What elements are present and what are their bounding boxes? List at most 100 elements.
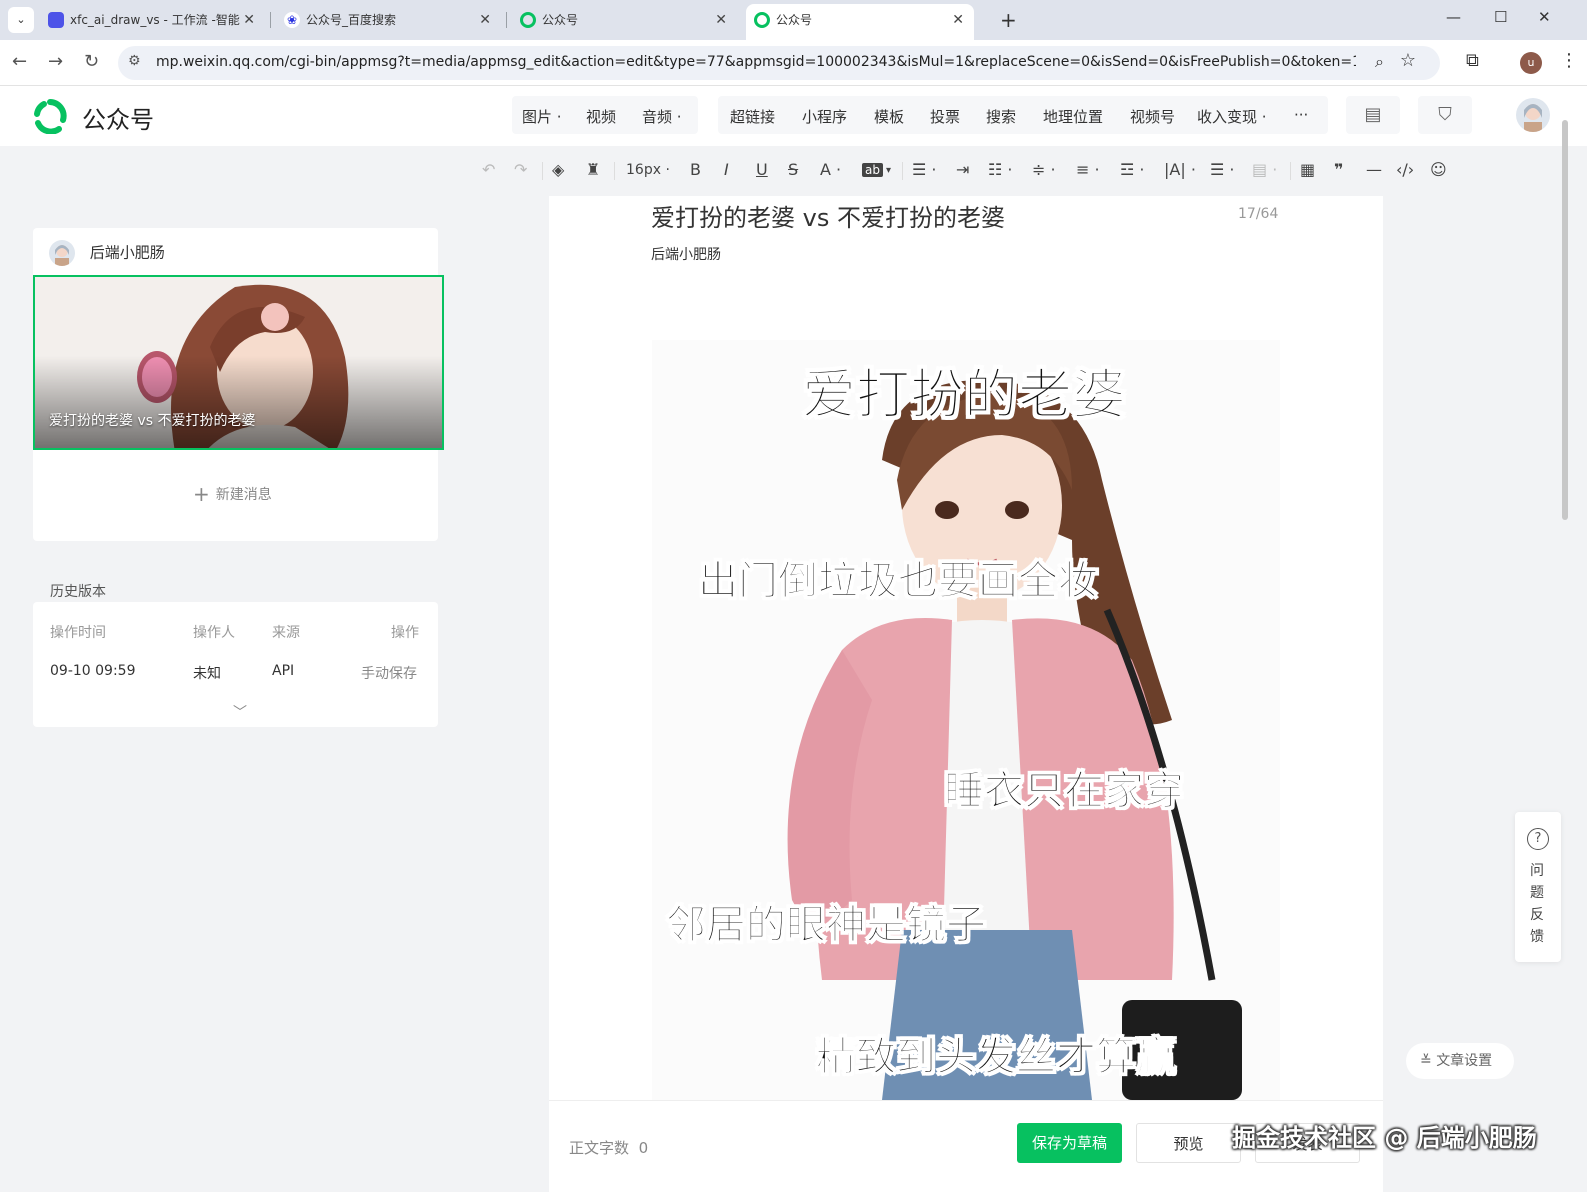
shield-icon[interactable]: ⛉ xyxy=(1418,96,1472,134)
insert-video-button[interactable]: 视频 xyxy=(586,106,616,127)
feedback-label: 问题反馈 xyxy=(1530,863,1544,945)
code-icon[interactable]: ‹/› xyxy=(1396,160,1414,179)
reload-icon[interactable]: ↻ xyxy=(84,51,99,72)
article-cover-card[interactable]: 爱打扮的老婆 vs 不爱打扮的老婆 xyxy=(33,275,444,450)
word-count: 正文字数 0 xyxy=(569,1139,649,1157)
monetization-button[interactable]: 收入变现 · xyxy=(1197,106,1267,127)
maximize-icon[interactable]: ☐ xyxy=(1494,8,1507,26)
browser-tab-mp-1[interactable]: 公众号 ✕ xyxy=(512,4,737,40)
author-name: 后端小肥肠 xyxy=(89,243,165,262)
tab-divider xyxy=(270,12,271,28)
article-title-input[interactable]: 爱打扮的老婆 vs 不爱打扮的老婆 xyxy=(651,198,1005,233)
table-icon[interactable]: ▦ xyxy=(1300,160,1315,179)
divider-line-icon[interactable]: — xyxy=(1366,160,1382,179)
url-text[interactable]: mp.weixin.qq.com/cgi-bin/appmsg?t=media/… xyxy=(156,54,1356,70)
page-scrollbar[interactable] xyxy=(1562,120,1568,520)
wechat-mp-logo-icon[interactable] xyxy=(32,98,68,134)
quote-icon[interactable]: ❞ xyxy=(1334,160,1343,179)
strikethrough-button[interactable]: S xyxy=(788,160,798,179)
float-icon[interactable]: ▤ · xyxy=(1252,160,1277,179)
highlight-button[interactable]: ab xyxy=(862,163,883,177)
bold-button[interactable]: B xyxy=(690,160,701,179)
more-options-button[interactable]: ··· xyxy=(1294,106,1308,124)
url-omnibox[interactable]: ⚙ mp.weixin.qq.com/cgi-bin/appmsg?t=medi… xyxy=(118,46,1440,80)
insert-search-button[interactable]: 搜索 xyxy=(986,106,1016,127)
history-action[interactable]: 手动保存 xyxy=(361,663,417,683)
text-indent-icon[interactable]: ☷ · xyxy=(988,160,1013,179)
article-author-input[interactable]: 后端小肥肠 xyxy=(651,244,721,264)
insert-miniprogram-button[interactable]: 小程序 xyxy=(802,106,847,127)
preview-button[interactable]: 预览 xyxy=(1136,1123,1241,1163)
close-tab-icon[interactable]: ✕ xyxy=(243,4,255,36)
extensions-icon[interactable]: ⧉ xyxy=(1466,50,1479,71)
insert-vote-button[interactable]: 投票 xyxy=(930,106,960,127)
account-avatar[interactable] xyxy=(1516,98,1550,132)
list-icon[interactable]: ☰ · xyxy=(1210,160,1235,179)
emoji-icon[interactable]: ☺ xyxy=(1430,160,1447,179)
browser-tab-mp-active[interactable]: 公众号 ✕ xyxy=(746,4,974,40)
undo-icon[interactable]: ↶ xyxy=(482,160,495,179)
history-section-title: 历史版本 xyxy=(50,584,106,600)
close-tab-icon[interactable]: ✕ xyxy=(952,4,964,36)
history-col-operator: 操作人 xyxy=(193,625,235,641)
close-window-icon[interactable]: ✕ xyxy=(1538,8,1551,26)
double-chevron-down-icon: ≚ xyxy=(1420,1053,1432,1069)
close-tab-icon[interactable]: ✕ xyxy=(479,4,491,36)
mp-header: 公众号 图片 · 视频 音频 · 超链接 小程序 模板 投票 搜索 地理位置 视… xyxy=(0,86,1587,146)
browser-tab-baidu[interactable]: ❀ 公众号_百度搜索 ✕ xyxy=(276,4,501,40)
redo-icon[interactable]: ↷ xyxy=(514,160,527,179)
browser-menu-icon[interactable]: ⋮ xyxy=(1560,50,1578,71)
forward-arrow-icon[interactable]: → xyxy=(48,51,63,72)
bookmark-star-icon[interactable]: ☆ xyxy=(1400,50,1416,71)
zoom-icon[interactable]: ⌕ xyxy=(1375,52,1384,72)
baidu-paw-icon: ❀ xyxy=(284,12,300,28)
insert-audio-button[interactable]: 音频 · xyxy=(642,106,682,127)
document-icon[interactable]: ▤ xyxy=(1346,96,1400,134)
toolbar-divider xyxy=(1290,162,1291,180)
new-tab-button[interactable]: + xyxy=(1000,8,1017,32)
letter-spacing-icon[interactable]: |A| · xyxy=(1164,160,1196,179)
expand-chevron-down-icon[interactable]: ﹀ xyxy=(233,702,247,722)
back-arrow-icon[interactable]: ← xyxy=(12,51,27,72)
line-height-icon[interactable]: ☲ · xyxy=(1120,160,1145,179)
feedback-widget[interactable]: ? 问题反馈 xyxy=(1515,812,1561,962)
insert-template-button[interactable]: 模板 xyxy=(874,106,904,127)
font-size-select[interactable]: 16px · xyxy=(626,162,670,178)
plus-icon: + xyxy=(193,482,210,506)
browser-address-bar: ← → ↻ ⚙ mp.weixin.qq.com/cgi-bin/appmsg?… xyxy=(0,40,1587,86)
caption-line-4: 精致到头发丝才算赢 xyxy=(816,1034,1177,1081)
tab-divider xyxy=(506,12,507,28)
profile-avatar[interactable]: u xyxy=(1520,52,1542,74)
paragraph-spacing-before-icon[interactable]: ≑ · xyxy=(1032,160,1056,179)
italic-button[interactable]: I xyxy=(724,160,729,179)
underline-button[interactable]: U xyxy=(756,160,768,179)
history-source: API xyxy=(272,663,295,679)
paragraph-spacing-after-icon[interactable]: ≡ · xyxy=(1076,160,1100,179)
article-settings-button[interactable]: ≚ 文章设置 xyxy=(1406,1043,1514,1079)
insert-image-button[interactable]: 图片 · xyxy=(522,106,562,127)
indent-icon[interactable]: ⇥ xyxy=(956,160,969,179)
new-message-button[interactable]: + 新建消息 xyxy=(193,482,272,506)
format-painter-icon[interactable]: ♜ xyxy=(586,160,600,179)
insert-link-button[interactable]: 超链接 xyxy=(730,106,775,127)
insert-channels-button[interactable]: 视频号 xyxy=(1130,106,1175,127)
align-icon[interactable]: ☰ · xyxy=(912,160,937,179)
minimize-icon[interactable]: — xyxy=(1446,8,1461,26)
toolbar-divider xyxy=(902,162,903,180)
site-settings-icon[interactable]: ⚙ xyxy=(128,53,141,69)
tab-title: 公众号_百度搜索 xyxy=(306,13,397,27)
new-message-label: 新建消息 xyxy=(215,487,272,503)
browser-tab-coze[interactable]: xfc_ai_draw_vs - 工作流 -智能 ✕ xyxy=(40,4,265,40)
article-main-image[interactable]: 爱打扮的老婆 出门倒垃圾也要画全妆 睡衣只在家穿 邻居的眼神是镜子 精致到头发丝… xyxy=(652,340,1280,1100)
caption-line-2: 睡衣只在家穿 xyxy=(944,768,1185,815)
eraser-icon[interactable]: ◈ xyxy=(552,160,564,179)
insert-location-button[interactable]: 地理位置 xyxy=(1043,106,1103,127)
font-color-button[interactable]: A · xyxy=(820,160,841,179)
close-tab-icon[interactable]: ✕ xyxy=(715,4,727,36)
tab-search-button[interactable]: ⌄ xyxy=(8,7,34,33)
wechat-mp-icon xyxy=(754,12,770,28)
title-char-count: 17/64 xyxy=(1238,206,1279,222)
caption-line-1: 出门倒垃圾也要画全妆 xyxy=(698,558,1099,605)
save-draft-button[interactable]: 保存为草稿 xyxy=(1017,1123,1122,1163)
history-operator: 未知 xyxy=(193,666,221,682)
